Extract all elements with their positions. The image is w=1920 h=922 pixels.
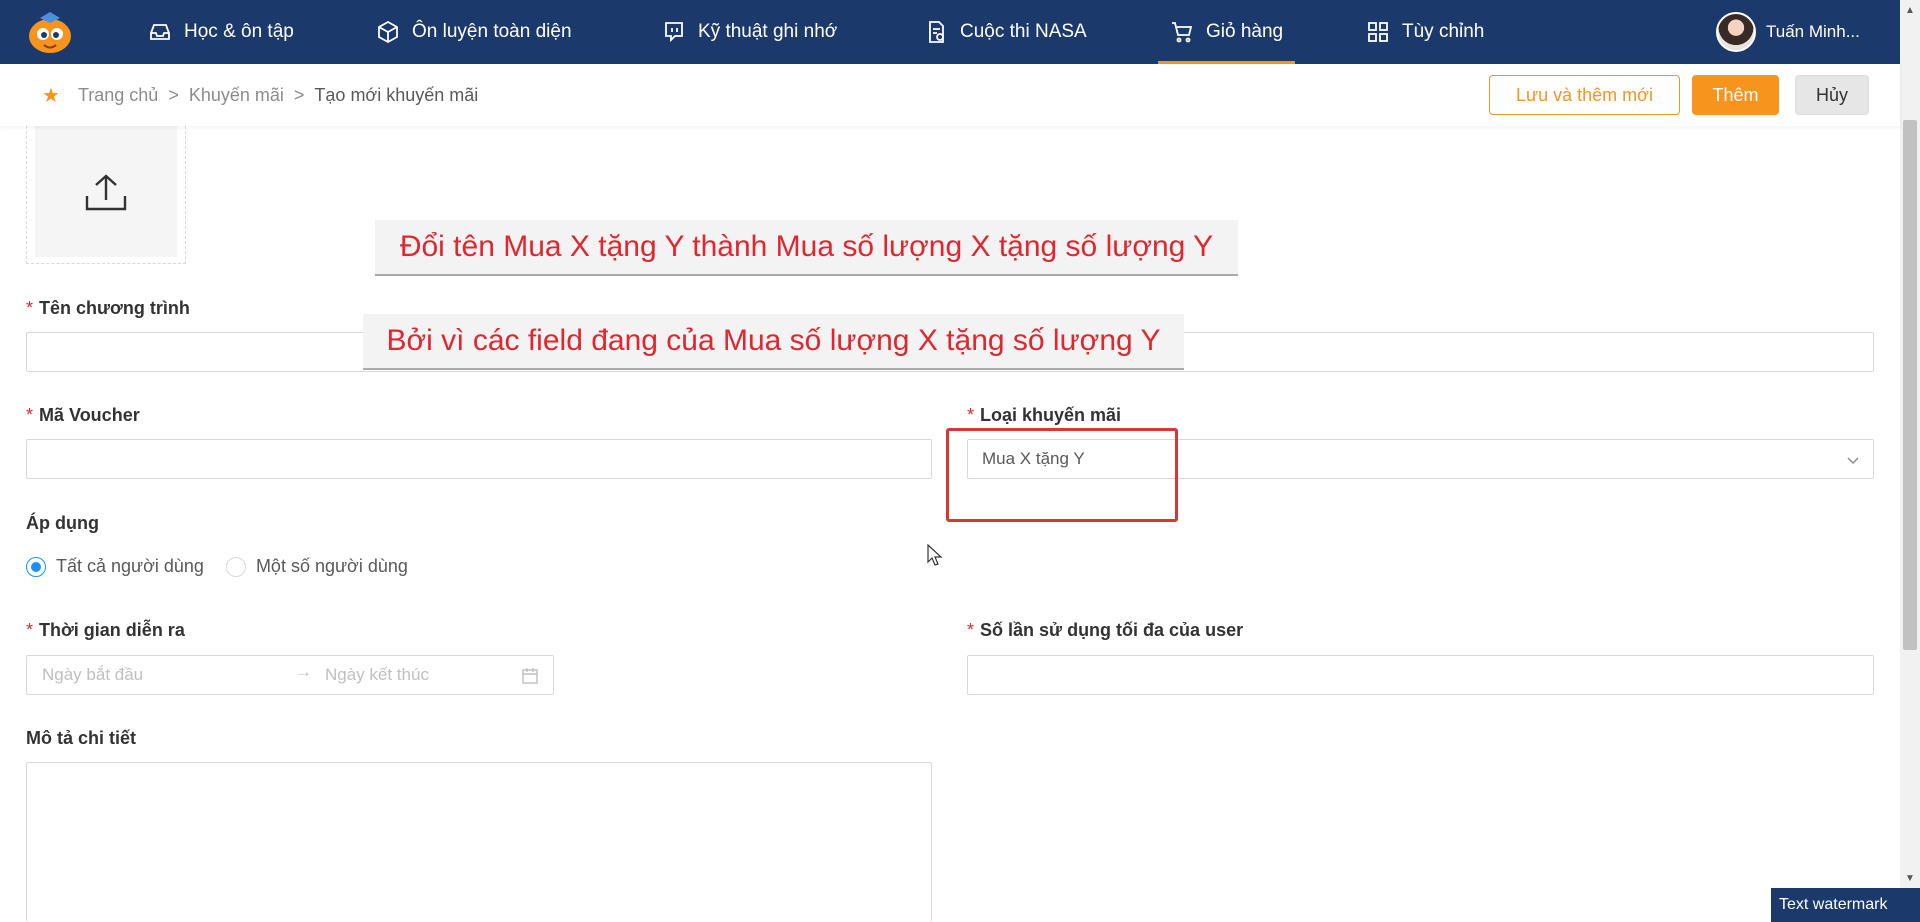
cancel-button[interactable]: Hủy xyxy=(1795,75,1869,115)
image-upload[interactable] xyxy=(26,126,186,264)
date-range-picker[interactable]: Ngày bắt đầu → Ngày kết thúc xyxy=(26,655,554,695)
radio-all-users[interactable]: Tất cả người dùng xyxy=(26,556,204,577)
nav-item-practice[interactable]: Ôn luyện toàn diện xyxy=(376,0,572,64)
radio-label: Tất cả người dùng xyxy=(56,556,204,576)
radio-indicator[interactable] xyxy=(225,556,246,577)
chevron-down-icon xyxy=(1847,457,1859,465)
annotation-highlight-box xyxy=(946,428,1178,522)
max-use-input[interactable] xyxy=(967,655,1874,695)
max-use-label: * Số lần sử dụng tối đa của user xyxy=(967,620,1244,640)
nav-item-customize[interactable]: Tùy chỉnh xyxy=(1366,0,1484,64)
apply-radio-group: Tất cả người dùng Một số người dùng xyxy=(26,556,408,577)
nav-item-label: Học & ôn tập xyxy=(184,21,294,42)
calendar-icon xyxy=(522,668,538,684)
description-label: Mô tả chi tiết xyxy=(26,728,137,748)
avatar xyxy=(1716,12,1756,52)
apply-label: Áp dụng xyxy=(26,513,99,533)
nav-item-label: Kỹ thuật ghi nhớ xyxy=(698,21,838,42)
breadcrumb: ★ Trang chủ > Khuyến mãi > Tạo mới khuyế… xyxy=(42,83,478,108)
vertical-scrollbar[interactable]: ▲ ▼ xyxy=(1900,0,1920,922)
required-mark: * xyxy=(26,298,34,318)
top-navigation: Học & ôn tập Ôn luyện toàn diện Kỹ thuật… xyxy=(0,0,1900,64)
breadcrumb-current: Tạo mới khuyến mãi xyxy=(314,85,479,105)
nav-item-study[interactable]: Học & ôn tập xyxy=(148,0,294,64)
scroll-up-icon[interactable]: ▲ xyxy=(1900,0,1920,20)
description-textarea[interactable] xyxy=(26,762,932,922)
breadcrumb-home[interactable]: Trang chủ xyxy=(78,85,158,106)
voucher-label: * Mã Voucher xyxy=(26,405,140,425)
nav-item-cart[interactable]: Giỏ hàng xyxy=(1157,0,1296,64)
breadcrumb-separator: > xyxy=(293,85,305,105)
add-button[interactable]: Thêm xyxy=(1692,75,1779,115)
user-menu[interactable]: Tuấn Minh... xyxy=(1716,10,1860,54)
required-mark: * xyxy=(26,405,34,425)
breadcrumb-bar: ★ Trang chủ > Khuyến mãi > Tạo mới khuyế… xyxy=(0,64,1900,126)
voucher-input[interactable] xyxy=(26,439,932,479)
nav-item-label: Giỏ hàng xyxy=(1206,21,1284,42)
document-check-icon xyxy=(929,21,944,43)
chat-icon xyxy=(665,22,683,43)
annotation-note-reason: Bởi vì các field đang của Mua số lượng X… xyxy=(363,314,1184,370)
breadcrumb-separator: > xyxy=(168,85,179,105)
save-and-add-button[interactable]: Lưu và thêm mới xyxy=(1489,75,1680,115)
user-name: Tuấn Minh... xyxy=(1766,22,1860,41)
required-mark: * xyxy=(26,620,34,640)
program-name-label: * Tên chương trình xyxy=(26,298,190,318)
nav-item-label: Tùy chỉnh xyxy=(1402,21,1485,42)
annotation-note-rename: Đổi tên Mua X tặng Y thành Mua số lượng … xyxy=(375,220,1238,276)
inbox-icon xyxy=(150,24,170,40)
radio-some-users[interactable]: Một số người dùng xyxy=(225,556,408,577)
promo-type-label: * Loại khuyến mãi xyxy=(967,405,1122,425)
required-mark: * xyxy=(967,620,975,640)
scroll-down-icon[interactable]: ▼ xyxy=(1900,868,1920,888)
nav-item-label: Ôn luyện toàn diện xyxy=(412,21,572,42)
start-date-input[interactable]: Ngày bắt đầu xyxy=(42,665,143,685)
radio-label: Một số người dùng xyxy=(255,556,408,576)
nav-item-label: Cuộc thi NASA xyxy=(960,21,1087,42)
upload-area[interactable] xyxy=(35,126,177,257)
nav-item-contest[interactable]: Cuộc thi NASA xyxy=(924,0,1087,64)
required-mark: * xyxy=(967,405,975,425)
mouse-cursor-icon xyxy=(927,544,943,566)
grid-icon xyxy=(1368,22,1388,42)
end-date-input[interactable]: Ngày kết thúc xyxy=(325,665,429,685)
nav-item-memory[interactable]: Kỹ thuật ghi nhớ xyxy=(662,0,837,64)
cart-icon xyxy=(1172,22,1193,43)
scroll-thumb[interactable] xyxy=(1903,120,1917,650)
star-icon: ★ xyxy=(42,85,60,107)
time-label: * Thời gian diễn ra xyxy=(26,620,185,640)
radio-indicator[interactable] xyxy=(26,556,46,577)
breadcrumb-section[interactable]: Khuyến mãi xyxy=(189,85,284,106)
cube-icon xyxy=(378,20,398,44)
range-separator: → xyxy=(295,662,312,681)
app-logo[interactable] xyxy=(26,10,74,54)
upload-icon xyxy=(85,173,127,210)
text-watermark: Text watermark xyxy=(1771,888,1920,922)
